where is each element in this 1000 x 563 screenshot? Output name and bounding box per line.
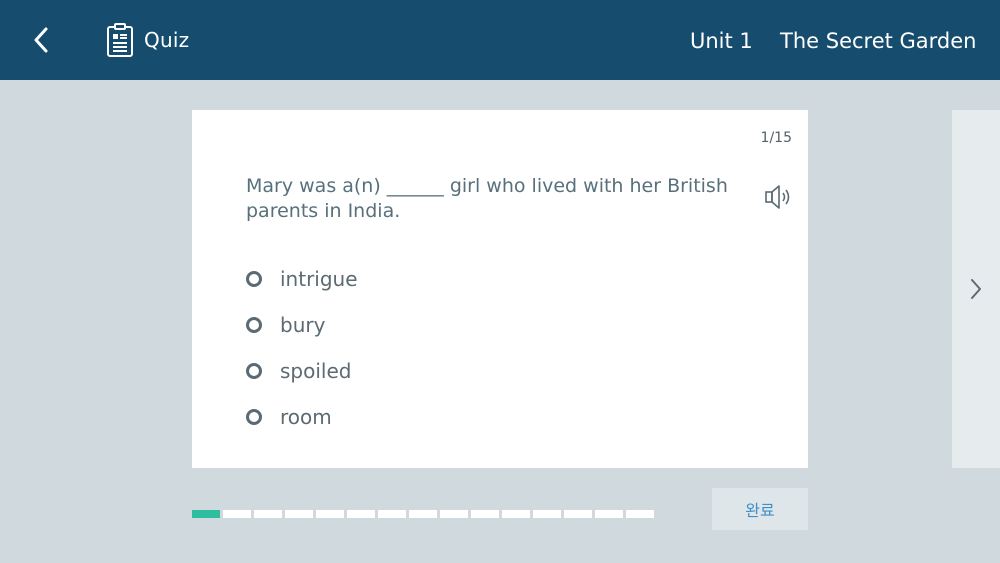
unit-label: Unit 1 [690,29,753,53]
progress-indicator [192,510,657,518]
progress-segment [223,510,251,518]
progress-segment [471,510,499,518]
option-label: intrigue [280,267,358,291]
option-4[interactable]: room [246,394,358,440]
progress-segment [533,510,561,518]
progress-segment [378,510,406,518]
done-button[interactable]: 완료 [712,488,808,530]
radio-button[interactable] [246,271,262,287]
option-label: room [280,405,332,429]
option-label: bury [280,313,326,337]
back-button[interactable] [24,22,58,58]
question-counter: 1/15 [760,130,792,146]
question-text: Mary was a(n) ______ girl who lived with… [246,175,728,222]
clipboard-icon [107,23,133,57]
radio-button[interactable] [246,409,262,425]
progress-segment [347,510,375,518]
progress-segment [254,510,282,518]
speaker-icon[interactable] [764,184,796,210]
progress-segment [626,510,654,518]
progress-segment [409,510,437,518]
top-bar: Quiz Unit 1 The Secret Garden [0,0,1000,80]
progress-segment [502,510,530,518]
progress-segment [285,510,313,518]
progress-segment [595,510,623,518]
option-2[interactable]: bury [246,302,358,348]
answer-options: intrigue bury spoiled room [246,256,358,440]
option-label: spoiled [280,359,352,383]
quiz-title: Quiz [144,28,190,52]
progress-segment [440,510,468,518]
chevron-left-icon [34,27,48,53]
option-1[interactable]: intrigue [246,256,358,302]
option-3[interactable]: spoiled [246,348,358,394]
progress-segment [564,510,592,518]
progress-segment [192,510,220,518]
chevron-right-icon [971,279,981,299]
next-question-button[interactable] [952,110,1000,468]
progress-segment [316,510,344,518]
question-card: 1/15 Mary was a(n) ______ girl who lived… [192,110,808,468]
book-title: The Secret Garden [780,29,977,53]
radio-button[interactable] [246,363,262,379]
radio-button[interactable] [246,317,262,333]
